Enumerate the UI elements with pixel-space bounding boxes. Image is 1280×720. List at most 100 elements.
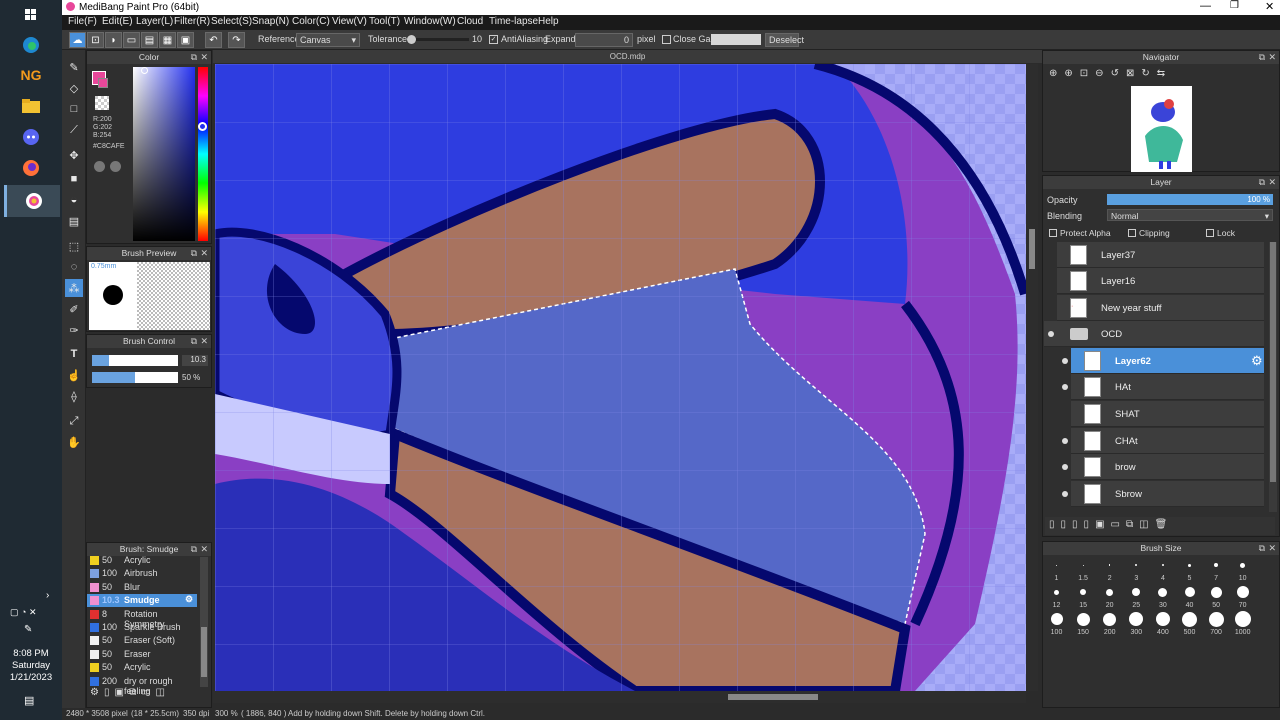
menu-cloud[interactable]: Cloud: [457, 16, 483, 27]
add-layer-menu-icon[interactable]: ▣: [1095, 519, 1110, 530]
brush-size-option[interactable]: 300: [1123, 611, 1150, 643]
gradient-tool-icon[interactable]: ▤: [65, 212, 83, 230]
delete-layer-icon[interactable]: 🗑: [1155, 519, 1174, 530]
firefox-icon[interactable]: [16, 155, 46, 181]
brush-size-option[interactable]: 200: [1096, 611, 1123, 643]
close-gaps-checkbox[interactable]: [662, 35, 671, 44]
add-brush-icon[interactable]: ⚙: [90, 687, 104, 698]
grid-icon[interactable]: ▦: [159, 32, 176, 48]
artwork-canvas[interactable]: [215, 64, 1026, 691]
antialiasing-checkbox[interactable]: ✓: [489, 35, 498, 44]
system-clock[interactable]: 8:08 PM Saturday 1/21/2023: [0, 648, 62, 684]
close-icon[interactable]: ✕: [1265, 0, 1274, 13]
merge-down-icon[interactable]: ◫: [1139, 519, 1154, 530]
close-icon[interactable]: ✕: [200, 543, 208, 556]
close-icon[interactable]: ✕: [200, 51, 208, 64]
menu-edit[interactable]: Edit(E): [102, 16, 133, 27]
navigator-thumbnail[interactable]: [1131, 86, 1192, 172]
minimize-icon[interactable]: —: [1200, 0, 1211, 12]
popout-icon[interactable]: ⧉: [191, 51, 197, 64]
close-icon[interactable]: ✕: [200, 335, 208, 348]
menu-snap[interactable]: Snap(N): [252, 16, 289, 27]
select-tool-icon[interactable]: ⬚: [65, 237, 83, 255]
eye-icon[interactable]: [1062, 491, 1068, 497]
newgrounds-icon[interactable]: NG: [16, 62, 46, 88]
reference-dropdown[interactable]: Canvas ▾: [296, 33, 360, 47]
secondary-color-swatch[interactable]: [98, 78, 108, 88]
close-icon[interactable]: ✕: [1268, 542, 1276, 555]
eyedropper-tool-icon[interactable]: ⤢: [65, 412, 83, 430]
brush-opacity-slider[interactable]: [92, 372, 178, 383]
menu-color[interactable]: Color(C): [292, 16, 330, 27]
brush-list-item[interactable]: 50 Blur: [87, 581, 197, 594]
layer-row[interactable]: brow: [1062, 454, 1264, 480]
pen-icon[interactable]: ✎: [24, 624, 32, 635]
brush-list-item[interactable]: 100 Sparkle Brush: [87, 621, 197, 634]
popout-icon[interactable]: ⧉: [1259, 51, 1265, 64]
zoom-in-icon[interactable]: ⊕: [1064, 68, 1079, 79]
brush-settings-gear-icon[interactable]: ⚙: [185, 594, 193, 605]
file-explorer-icon[interactable]: [16, 93, 46, 119]
fill-rect-tool-icon[interactable]: ■: [65, 170, 83, 188]
close-icon[interactable]: ✕: [1268, 51, 1276, 64]
brush-list-item[interactable]: 50 Acrylic: [87, 554, 197, 567]
magic-wand-tool-icon[interactable]: ⁂: [65, 279, 83, 297]
tolerance-slider-handle[interactable]: [407, 35, 416, 44]
text-tool-icon[interactable]: T: [65, 345, 83, 363]
brush-size-option[interactable]: 100: [1043, 611, 1070, 643]
document-icon[interactable]: ▤: [141, 32, 158, 48]
eye-icon[interactable]: [1062, 358, 1068, 364]
redo-icon[interactable]: ↷: [228, 32, 245, 48]
restore-icon[interactable]: ❐: [1230, 0, 1239, 11]
popout-icon[interactable]: ⧉: [1259, 176, 1265, 189]
menu-time-lapse[interactable]: Time-lapse: [489, 16, 538, 27]
menu-layer[interactable]: Layer(L): [136, 16, 173, 27]
brush-size-option[interactable]: 400: [1149, 611, 1176, 643]
expand-field[interactable]: 0: [575, 33, 633, 47]
fit-icon[interactable]: ⊡: [1080, 68, 1095, 79]
menu-window[interactable]: Window(W): [404, 16, 456, 27]
layer-row[interactable]: Layer16: [1057, 268, 1264, 294]
brush-tool-icon[interactable]: ✎: [65, 58, 83, 76]
zoom-in-icon[interactable]: ⊕: [1049, 68, 1064, 79]
eraser-tool-icon[interactable]: ◇: [65, 79, 83, 97]
divide-tool-icon[interactable]: ⟠: [65, 387, 83, 405]
deselect-button[interactable]: Deselect: [765, 33, 804, 47]
brush-size-option[interactable]: 1000: [1229, 611, 1256, 643]
eye-icon[interactable]: [1062, 384, 1068, 390]
horizontal-scroll-thumb[interactable]: [728, 694, 818, 700]
edge-icon[interactable]: [16, 32, 46, 58]
menu-tool[interactable]: Tool(T): [369, 16, 400, 27]
rectangle-tool-icon[interactable]: □: [65, 100, 83, 118]
speech-bubble-icon[interactable]: ◗: [105, 32, 122, 48]
duplicate-layer-icon[interactable]: ⧉: [1126, 519, 1139, 530]
close-icon[interactable]: ✕: [200, 247, 208, 260]
brush-size-option[interactable]: 700: [1203, 611, 1230, 643]
opacity-slider[interactable]: 100 %: [1107, 194, 1273, 205]
hand-tool-icon[interactable]: ✋: [65, 433, 83, 451]
notification-icon[interactable]: ▤: [24, 694, 34, 707]
brush-menu-icon[interactable]: ▣: [114, 687, 128, 698]
cloud-icon[interactable]: ☁: [69, 32, 86, 48]
popout-icon[interactable]: ⧉: [1259, 542, 1265, 555]
layer-row[interactable]: CHAt: [1062, 428, 1264, 454]
lasso-tool-icon[interactable]: ◌: [65, 258, 83, 276]
brush-list-scroll-thumb[interactable]: [201, 627, 207, 677]
blending-dropdown[interactable]: Normal ▾: [1107, 209, 1273, 221]
popout-icon[interactable]: ⧉: [191, 247, 197, 260]
hue-slider[interactable]: [198, 67, 208, 241]
layer-row[interactable]: Layer37: [1057, 242, 1264, 268]
panel-icon[interactable]: ▭: [123, 32, 140, 48]
layer-row[interactable]: HAt: [1062, 374, 1264, 400]
new-layer-icon[interactable]: ▯: [1061, 519, 1073, 530]
brush-list-item[interactable]: 200 dry or rough feeling: [87, 675, 197, 696]
menu-file[interactable]: File(F): [68, 16, 97, 27]
eye-icon[interactable]: [1062, 464, 1068, 470]
saturation-value-picker[interactable]: [133, 67, 195, 241]
frame-icon[interactable]: ▣: [177, 32, 194, 48]
vertical-scrollbar[interactable]: [1026, 64, 1038, 691]
eye-icon[interactable]: [1062, 438, 1068, 444]
brush-list-item[interactable]: 50 Eraser (Soft): [87, 634, 197, 647]
duplicate-brush-icon[interactable]: ◫: [156, 687, 170, 698]
lock-checkbox[interactable]: [1206, 229, 1214, 237]
